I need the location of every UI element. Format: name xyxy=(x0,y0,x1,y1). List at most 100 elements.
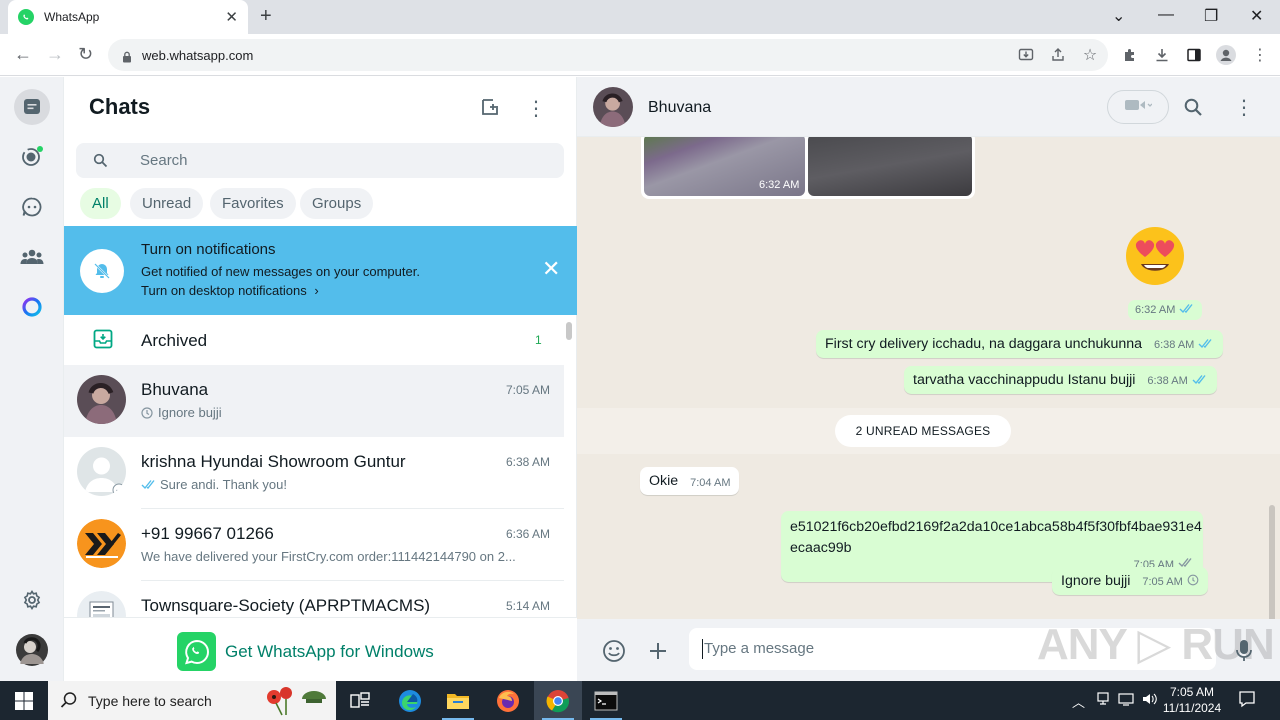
search-input[interactable]: Search xyxy=(76,143,564,178)
chat-preview-text: Sure andi. Thank you! xyxy=(160,477,287,492)
filter-favorites[interactable]: Favorites xyxy=(210,188,296,219)
nav-rail xyxy=(0,77,64,681)
message-time: 6:38 AM xyxy=(1153,339,1195,351)
taskbar-search-placeholder: Type here to search xyxy=(88,692,212,709)
new-tab-button[interactable]: + xyxy=(260,6,272,26)
conversation-header[interactable]: Bhuvana ⋮ xyxy=(577,77,1280,137)
chat-row-firstcry[interactable]: +91 99667 01266 6:36 AM We have delivere… xyxy=(64,509,564,581)
message-time: 6:32 AM xyxy=(759,179,800,191)
outgoing-message[interactable]: First cry delivery icchadu, na daggara u… xyxy=(816,330,1224,358)
message-meta: 6:38 AM xyxy=(1147,374,1207,388)
filter-unread[interactable]: Unread xyxy=(130,188,204,219)
bookmark-star-icon[interactable]: ☆ xyxy=(1080,45,1100,65)
install-app-icon[interactable] xyxy=(1016,45,1036,65)
archived-row[interactable]: Archived 1 xyxy=(64,315,564,365)
browser-tab-whatsapp[interactable]: WhatsApp ✕ xyxy=(8,0,248,34)
windows-start-icon[interactable] xyxy=(0,681,48,720)
monitor-icon[interactable] xyxy=(1118,692,1134,709)
back-icon[interactable]: ← xyxy=(14,44,32,64)
restore-icon[interactable]: ❐ xyxy=(1204,6,1218,26)
side-panel-icon[interactable] xyxy=(1184,45,1204,65)
chat-row-krishna-hyundai[interactable]: krishna Hyundai Showroom Guntur 6:38 AM … xyxy=(64,437,564,509)
extensions-icon[interactable] xyxy=(1120,45,1140,65)
filter-all[interactable]: All xyxy=(80,188,121,219)
flowers-icon xyxy=(262,685,332,720)
close-tab-icon[interactable]: ✕ xyxy=(225,8,238,26)
network-icon[interactable] xyxy=(1096,692,1110,709)
close-window-icon[interactable]: ✕ xyxy=(1250,6,1263,26)
outgoing-message[interactable]: Ignore bujji 7:05 AM xyxy=(1052,567,1208,595)
photo-message[interactable]: 6:32 AM xyxy=(641,137,975,199)
chat-menu-icon[interactable]: ⋮ xyxy=(1233,96,1255,119)
channels-icon[interactable] xyxy=(14,189,50,225)
minimize-icon[interactable]: — xyxy=(1158,6,1174,24)
taskbar-search-box[interactable]: Type here to search xyxy=(48,681,336,720)
clock-date: 11/11/2024 xyxy=(1162,701,1222,715)
get-app-footer[interactable]: Get WhatsApp for Windows xyxy=(64,617,577,681)
settings-icon[interactable] xyxy=(14,582,50,618)
get-app-label: Get WhatsApp for Windows xyxy=(225,642,434,661)
address-bar[interactable]: web.whatsapp.com xyxy=(108,39,1108,71)
url-text: web.whatsapp.com xyxy=(142,47,254,63)
chat-name: +91 99667 01266 xyxy=(141,524,274,543)
chat-preview: Sure andi. Thank you! xyxy=(141,477,551,493)
firefox-icon[interactable] xyxy=(484,681,532,720)
edge-icon[interactable] xyxy=(386,681,434,720)
incoming-message[interactable]: Okie 7:04 AM xyxy=(640,467,740,495)
microphone-icon[interactable] xyxy=(1231,638,1257,664)
windows-taskbar: Type here to search ︿ 7:05 AM 11/11/2024 xyxy=(0,681,1280,720)
chat-row-bhuvana[interactable]: Bhuvana 7:05 AM Ignore bujji xyxy=(64,365,564,437)
message-meta: 7:05 AM xyxy=(1142,574,1199,589)
profile-avatar[interactable] xyxy=(14,632,50,668)
message-text: Okie xyxy=(649,473,679,489)
avatar xyxy=(77,447,126,496)
search-messages-icon[interactable] xyxy=(1182,96,1204,118)
chat-time: 5:14 AM xyxy=(505,599,550,613)
terminal-icon[interactable] xyxy=(582,681,630,720)
message-text: e51021f6cb20efbd2169f2a2da10ce1abca58b4f… xyxy=(790,519,1202,535)
browser-menu-icon[interactable]: ⋮ xyxy=(1250,45,1270,65)
close-notification-icon[interactable]: ✕ xyxy=(542,256,560,282)
file-explorer-icon[interactable] xyxy=(434,681,482,720)
pending-clock-icon xyxy=(141,407,153,422)
volume-icon[interactable] xyxy=(1142,692,1158,709)
attach-plus-icon[interactable] xyxy=(645,638,671,664)
new-chat-icon[interactable] xyxy=(480,96,502,123)
forward-icon[interactable]: → xyxy=(46,44,64,64)
tab-search-icon[interactable]: ⌄ xyxy=(1112,6,1125,26)
chat-list-scrollbar[interactable] xyxy=(566,322,572,340)
emoji-icon[interactable] xyxy=(601,638,627,664)
contact-avatar[interactable] xyxy=(593,87,633,127)
communities-icon[interactable] xyxy=(14,239,50,275)
reload-icon[interactable]: ↻ xyxy=(78,44,93,64)
chrome-icon[interactable] xyxy=(534,681,582,720)
menu-icon[interactable]: ⋮ xyxy=(526,96,546,121)
video-camera-icon xyxy=(1124,98,1153,117)
profile-icon[interactable] xyxy=(1216,45,1236,65)
chat-name: Townsquare-Society (APRPTMACMS) xyxy=(141,596,431,615)
notifications-center-icon[interactable] xyxy=(1238,690,1256,711)
task-view-icon[interactable] xyxy=(336,681,384,720)
message-time: 7:05 AM xyxy=(1142,575,1183,588)
message-scrollbar[interactable] xyxy=(1269,505,1275,619)
read-ticks-icon xyxy=(1198,338,1214,352)
contact-name: Bhuvana xyxy=(648,99,712,116)
pending-clock-icon xyxy=(1187,574,1199,589)
video-call-button[interactable] xyxy=(1107,90,1169,124)
text-caret xyxy=(702,639,703,659)
share-icon[interactable] xyxy=(1048,45,1068,65)
downloads-icon[interactable] xyxy=(1152,45,1172,65)
chats-icon[interactable] xyxy=(14,89,50,125)
taskbar-clock[interactable]: 7:05 AM 11/11/2024 xyxy=(1160,684,1224,716)
meta-ai-icon[interactable] xyxy=(14,289,50,325)
chat-time: 6:36 AM xyxy=(505,527,550,541)
avatar xyxy=(77,375,126,424)
filter-groups[interactable]: Groups xyxy=(300,188,374,219)
search-icon xyxy=(93,153,108,173)
status-icon[interactable] xyxy=(14,139,50,175)
outgoing-message[interactable]: tarvatha vacchinappudu Istanu bujji 6:38… xyxy=(904,366,1217,394)
photo-thumbnail[interactable] xyxy=(808,137,972,196)
enable-notifications-link[interactable]: Turn on desktop notifications › xyxy=(141,283,319,298)
chevron-right-icon: › xyxy=(314,283,319,298)
show-hidden-icons-icon[interactable]: ︿ xyxy=(1072,692,1085,711)
